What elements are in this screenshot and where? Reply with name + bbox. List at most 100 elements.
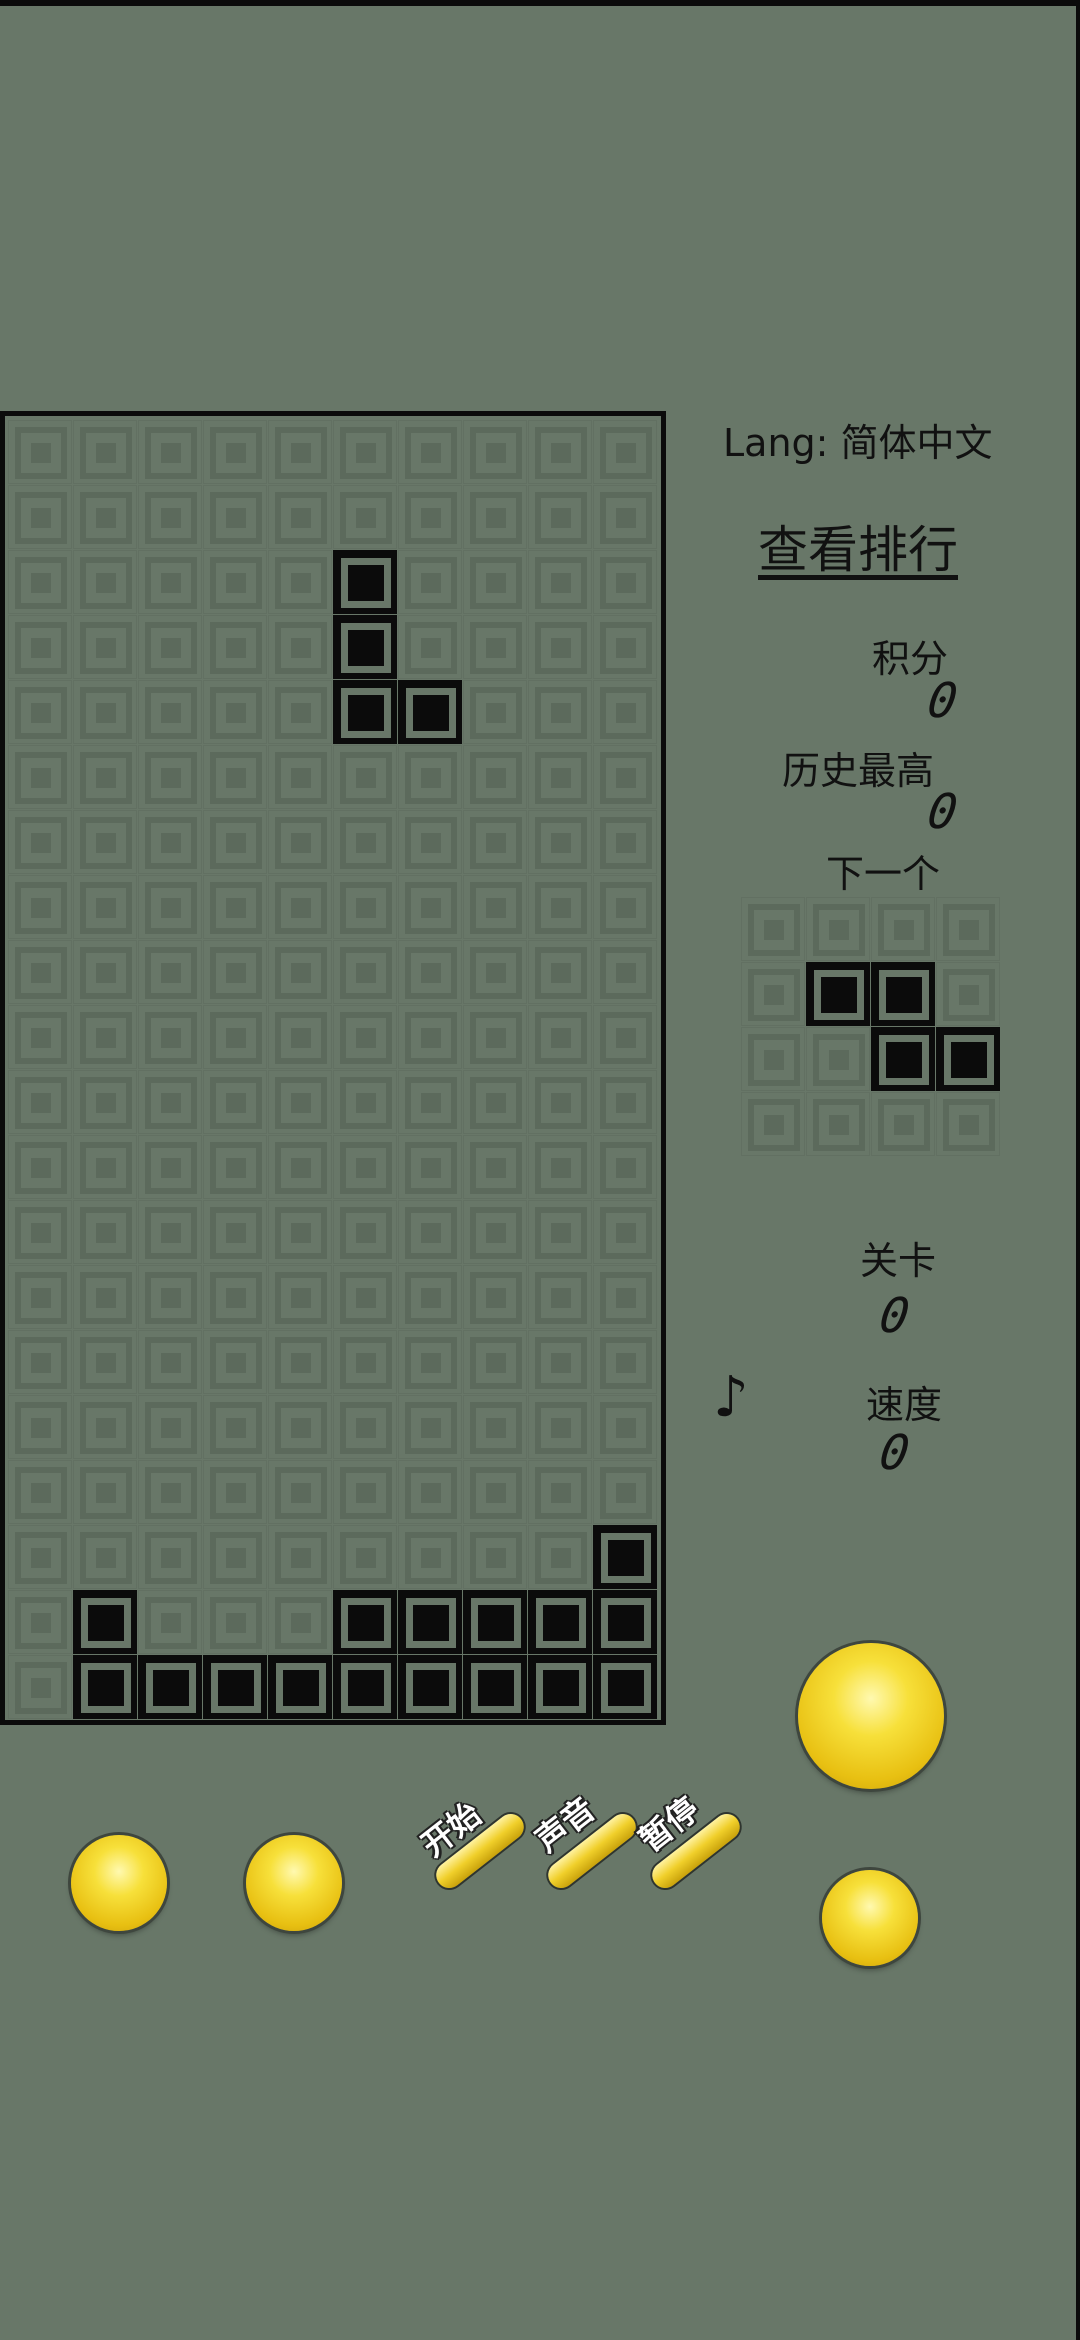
move-right-button[interactable] <box>246 1835 342 1931</box>
board-empty-cell <box>463 615 527 679</box>
next-piece-empty-cell <box>936 1092 1000 1156</box>
board-empty-cell <box>593 1460 657 1524</box>
board-empty-cell <box>73 1525 137 1589</box>
board-empty-cell <box>73 745 137 809</box>
board-empty-cell <box>203 1005 267 1069</box>
board-empty-cell <box>138 940 202 1004</box>
board-empty-cell <box>268 1590 332 1654</box>
board-empty-cell <box>203 1070 267 1134</box>
board-empty-cell <box>333 745 397 809</box>
board-empty-cell <box>463 1005 527 1069</box>
board-empty-cell <box>138 1200 202 1264</box>
board-empty-cell <box>8 1200 72 1264</box>
board-empty-cell <box>593 420 657 484</box>
board-empty-cell <box>73 940 137 1004</box>
board-empty-cell <box>8 1005 72 1069</box>
board-empty-cell <box>203 1265 267 1329</box>
view-ranking-link[interactable]: 查看排行 <box>758 510 958 582</box>
next-piece-empty-cell <box>806 1027 870 1091</box>
move-left-button[interactable] <box>71 1835 167 1931</box>
game-board <box>0 411 666 1725</box>
next-piece-block <box>871 1027 935 1091</box>
board-empty-cell <box>463 680 527 744</box>
board-empty-cell <box>73 420 137 484</box>
next-piece-label: 下一个 <box>826 852 941 896</box>
board-empty-cell <box>138 1330 202 1394</box>
board-block <box>398 1655 462 1719</box>
board-empty-cell <box>528 1135 592 1199</box>
board-empty-cell <box>73 1135 137 1199</box>
board-empty-cell <box>333 1005 397 1069</box>
board-empty-cell <box>8 485 72 549</box>
board-empty-cell <box>333 1330 397 1394</box>
rotate-button[interactable] <box>798 1643 944 1789</box>
board-block <box>333 680 397 744</box>
board-empty-cell <box>528 1265 592 1329</box>
board-empty-cell <box>268 875 332 939</box>
board-empty-cell <box>8 1590 72 1654</box>
board-empty-cell <box>593 485 657 549</box>
level-label: 关卡 <box>860 1239 937 1283</box>
board-empty-cell <box>203 1330 267 1394</box>
board-empty-cell <box>73 485 137 549</box>
next-piece-empty-cell <box>741 962 805 1026</box>
move-down-button[interactable] <box>822 1870 918 1966</box>
board-empty-cell <box>398 1135 462 1199</box>
board-empty-cell <box>8 1395 72 1459</box>
next-piece-block <box>936 1027 1000 1091</box>
board-block <box>593 1590 657 1654</box>
board-empty-cell <box>8 940 72 1004</box>
board-empty-cell <box>528 1330 592 1394</box>
board-empty-cell <box>398 1395 462 1459</box>
board-empty-cell <box>398 745 462 809</box>
board-empty-cell <box>268 420 332 484</box>
board-block <box>203 1655 267 1719</box>
level-value: 0 <box>876 1288 913 1344</box>
board-empty-cell <box>138 1590 202 1654</box>
board-empty-cell <box>203 745 267 809</box>
board-empty-cell <box>463 1395 527 1459</box>
next-piece-empty-cell <box>806 897 870 961</box>
board-empty-cell <box>398 810 462 874</box>
board-empty-cell <box>398 875 462 939</box>
next-piece-empty-cell <box>741 1027 805 1091</box>
board-empty-cell <box>398 1525 462 1589</box>
board-empty-cell <box>73 1200 137 1264</box>
board-empty-cell <box>268 1395 332 1459</box>
board-empty-cell <box>138 1135 202 1199</box>
board-empty-cell <box>528 420 592 484</box>
board-empty-cell <box>333 940 397 1004</box>
next-piece-empty-cell <box>741 1092 805 1156</box>
board-empty-cell <box>73 1005 137 1069</box>
board-empty-cell <box>398 1265 462 1329</box>
board-empty-cell <box>593 550 657 614</box>
board-empty-cell <box>463 1070 527 1134</box>
board-empty-cell <box>8 1525 72 1589</box>
board-empty-cell <box>528 1395 592 1459</box>
board-empty-cell <box>268 680 332 744</box>
board-block <box>463 1590 527 1654</box>
board-block <box>333 1590 397 1654</box>
board-empty-cell <box>463 940 527 1004</box>
board-empty-cell <box>398 1460 462 1524</box>
board-empty-cell <box>593 1395 657 1459</box>
board-empty-cell <box>333 875 397 939</box>
board-empty-cell <box>8 810 72 874</box>
board-empty-cell <box>593 680 657 744</box>
board-empty-cell <box>593 1330 657 1394</box>
board-empty-cell <box>138 680 202 744</box>
board-block <box>333 615 397 679</box>
board-empty-cell <box>268 745 332 809</box>
board-block <box>333 1655 397 1719</box>
board-empty-cell <box>8 1655 72 1719</box>
language-selector[interactable]: Lang: 简体中文 <box>723 412 993 467</box>
board-empty-cell <box>463 1200 527 1264</box>
board-empty-cell <box>398 550 462 614</box>
board-empty-cell <box>593 1200 657 1264</box>
board-empty-cell <box>593 1135 657 1199</box>
high-score-label: 历史最高 <box>782 749 935 793</box>
board-empty-cell <box>398 1005 462 1069</box>
board-empty-cell <box>528 1070 592 1134</box>
board-empty-cell <box>73 1395 137 1459</box>
board-empty-cell <box>463 1330 527 1394</box>
